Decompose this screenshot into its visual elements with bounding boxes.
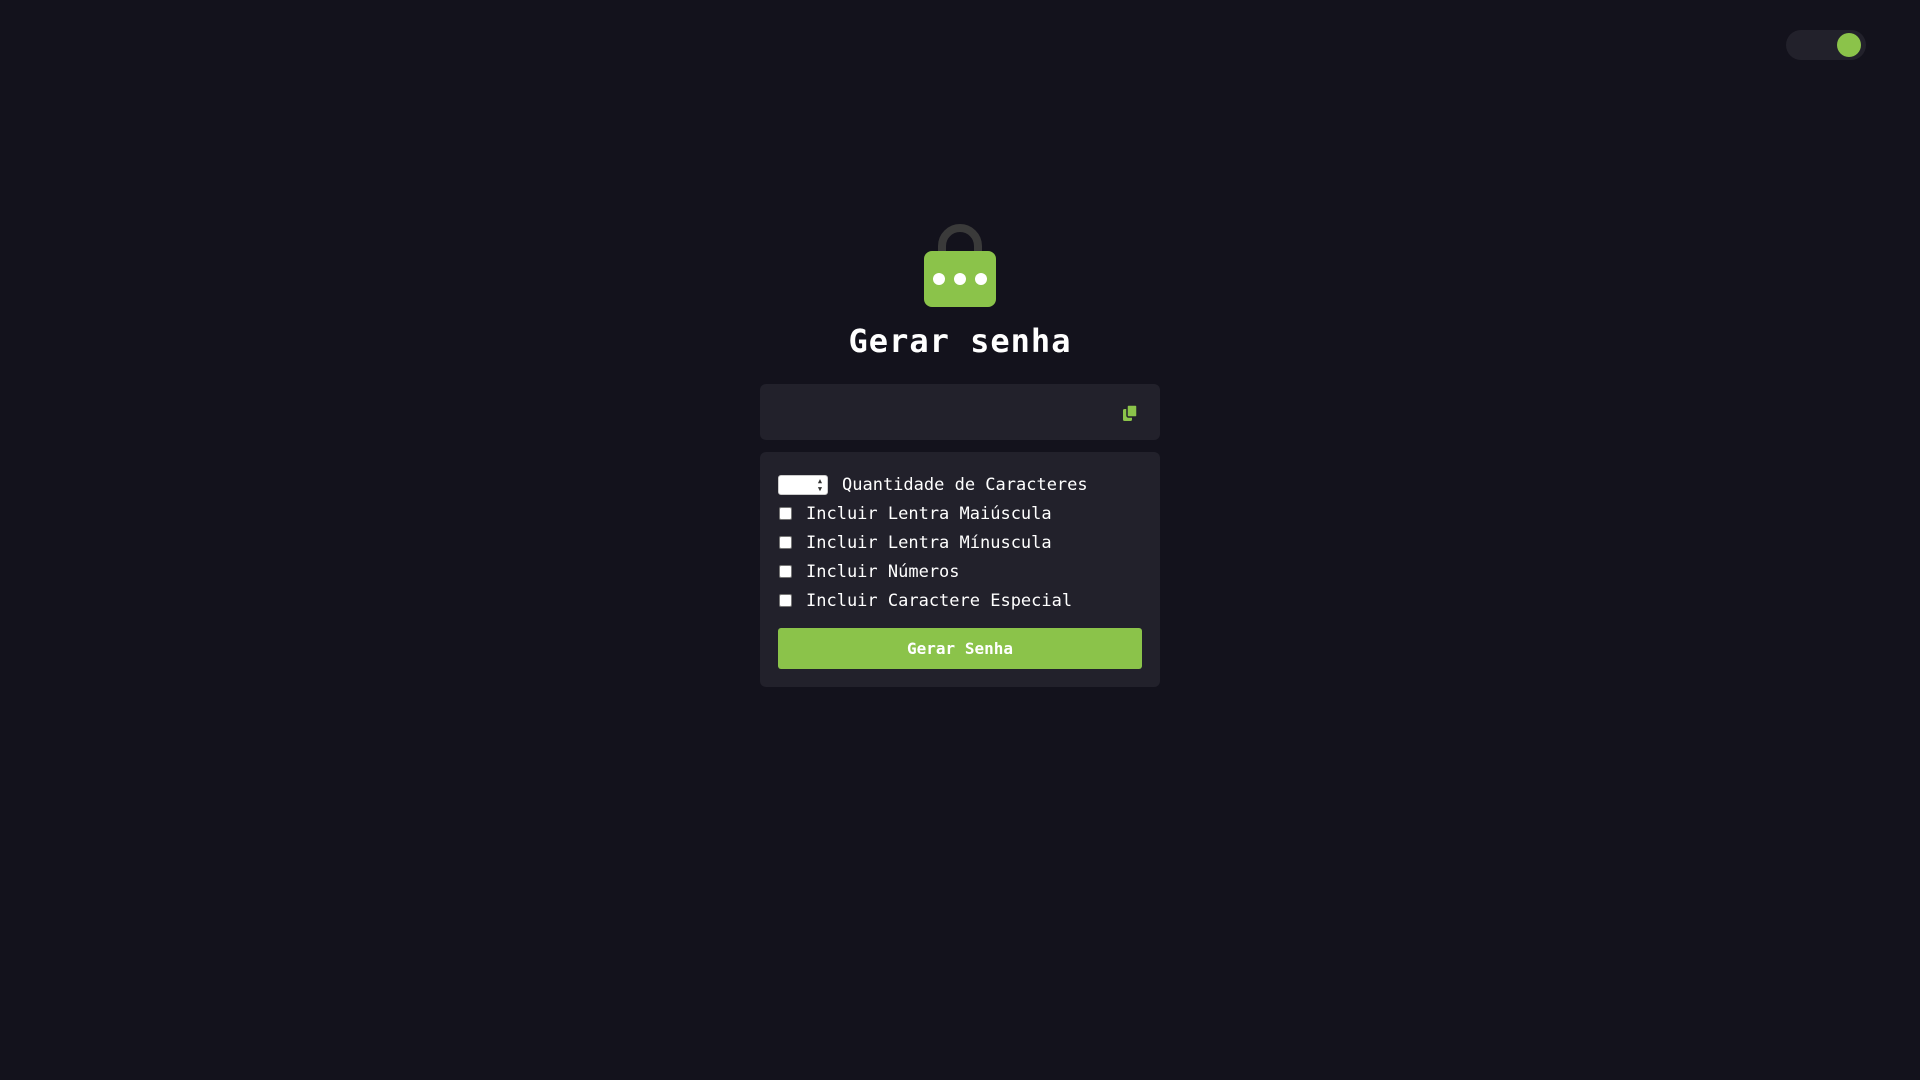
- password-output-box: [760, 384, 1160, 440]
- lowercase-label: Incluir Lentra Mínuscula: [806, 532, 1052, 553]
- lowercase-row: Incluir Lentra Mínuscula: [778, 528, 1142, 557]
- copy-icon[interactable]: [1122, 404, 1138, 422]
- password-generator: Gerar senha ▲ ▼ Quantidade de Caracteres …: [760, 220, 1160, 687]
- quantity-row: ▲ ▼ Quantidade de Caracteres: [778, 470, 1142, 499]
- uppercase-row: Incluir Lentra Maiúscula: [778, 499, 1142, 528]
- options-panel: ▲ ▼ Quantidade de Caracteres Incluir Lent…: [760, 452, 1160, 687]
- uppercase-label: Incluir Lentra Maiúscula: [806, 503, 1052, 524]
- spinner-icon[interactable]: ▲ ▼: [816, 477, 824, 493]
- special-row: Incluir Caractere Especial: [778, 586, 1142, 615]
- theme-toggle[interactable]: [1786, 30, 1866, 60]
- lock-icon: [924, 224, 996, 307]
- numbers-checkbox[interactable]: [779, 565, 792, 578]
- quantity-input[interactable]: ▲ ▼: [778, 474, 828, 495]
- generate-password-button[interactable]: Gerar Senha: [778, 628, 1142, 669]
- numbers-label: Incluir Números: [806, 561, 960, 582]
- uppercase-checkbox[interactable]: [779, 507, 792, 520]
- special-checkbox[interactable]: [779, 594, 792, 607]
- toggle-knob: [1837, 33, 1861, 57]
- lowercase-checkbox[interactable]: [779, 536, 792, 549]
- page-title: Gerar senha: [848, 322, 1072, 360]
- numbers-row: Incluir Números: [778, 557, 1142, 586]
- password-output[interactable]: [778, 384, 1100, 440]
- special-label: Incluir Caractere Especial: [806, 590, 1073, 611]
- quantity-label: Quantidade de Caracteres: [842, 474, 1088, 495]
